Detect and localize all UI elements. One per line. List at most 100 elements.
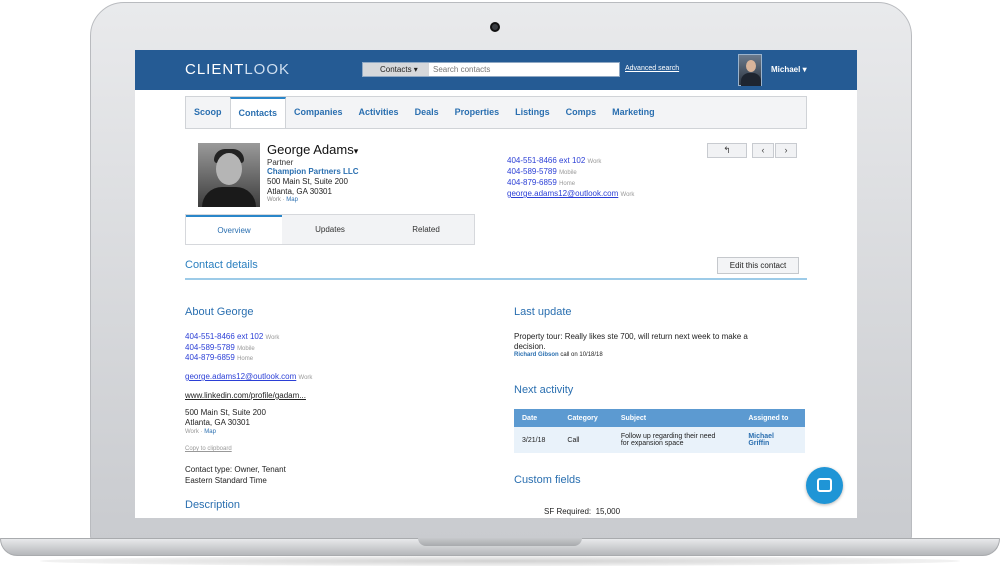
column-header[interactable]: Assigned to <box>740 409 805 427</box>
phone-kind: Work <box>587 159 602 165</box>
tab-companies[interactable]: Companies <box>286 97 351 128</box>
phone-row: 404-589-5789 Mobile <box>507 167 634 178</box>
laptop-shadow <box>40 556 960 566</box>
contact-title: Partner <box>267 158 294 167</box>
section-divider <box>185 278 807 280</box>
activity-subject: Follow up regarding their need for expans… <box>612 427 741 453</box>
contact-name[interactable]: George Adams▾ <box>267 142 358 157</box>
tab-listings[interactable]: Listings <box>507 97 558 128</box>
table-row[interactable]: 3/21/18 Call Follow up regarding their n… <box>514 427 805 453</box>
address-kind: Work <box>185 429 199 435</box>
column-header[interactable]: Subject <box>612 409 741 427</box>
address-line2: Atlanta, GA 30301 <box>185 418 250 427</box>
tab-deals[interactable]: Deals <box>407 97 447 128</box>
tab-marketing[interactable]: Marketing <box>604 97 663 128</box>
timezone: Eastern Standard Time <box>185 476 267 485</box>
subject-line1: Follow up regarding their need <box>620 433 716 440</box>
copy-to-clipboard-link[interactable]: Copy to clipboard <box>185 446 232 452</box>
contact-photo <box>198 143 260 207</box>
last-update-heading: Last update <box>514 306 572 318</box>
phone-home-link[interactable]: 404-879-6859 <box>185 353 235 362</box>
email-row: george.adams12@outlook.com Work <box>507 189 634 200</box>
contact-type: Contact type: Owner, Tenant <box>185 465 286 474</box>
address-meta: Work · Map <box>185 429 216 435</box>
sf-required-label: SF Required: <box>544 507 592 516</box>
assignee-line1: Michael <box>748 433 775 440</box>
webcam <box>490 22 500 32</box>
email-link[interactable]: george.adams12@outlook.com <box>507 189 618 198</box>
sf-required-value: 15,000 <box>595 507 621 516</box>
update-meta: call on 10/18/18 <box>560 352 603 358</box>
logo-thin: LOOK <box>244 61 291 78</box>
search-scope-select[interactable]: Contacts ▾ <box>363 63 429 76</box>
author-link[interactable]: Richard Gibson <box>514 352 559 358</box>
phone-row: 404-551-8466 ext 102 Work <box>507 156 634 167</box>
logo-bold: CLIENT <box>185 61 245 78</box>
main-nav: Scoop Contacts Companies Activities Deal… <box>185 96 807 129</box>
phone-kind: Home <box>559 181 576 187</box>
email-kind: Work <box>298 375 313 381</box>
phone-row: 404-879-6859 Home <box>507 178 634 189</box>
tab-comps[interactable]: Comps <box>558 97 605 128</box>
assignee-line2: Griffin <box>748 440 770 447</box>
column-header[interactable]: Category <box>559 409 613 427</box>
tab-activities[interactable]: Activities <box>351 97 407 128</box>
chevron-down-icon[interactable]: ▾ <box>354 146 359 156</box>
phone-mobile-link[interactable]: 404-589-5789 <box>185 343 235 352</box>
column-header[interactable]: Date <box>514 409 560 427</box>
email-row: george.adams12@outlook.com Work <box>185 372 312 381</box>
phone-mobile-link[interactable]: 404-589-5789 <box>507 167 557 176</box>
sf-required-field: SF Required: 15,000 <box>544 507 620 516</box>
chat-icon-glyph <box>817 478 832 492</box>
top-bar: CLIENTLOOK Contacts ▾ Advanced search Mi… <box>135 50 857 90</box>
search-input[interactable] <box>429 63 619 76</box>
photo-shoulders <box>202 187 256 207</box>
prev-button[interactable]: ‹ <box>752 143 774 158</box>
tab-scoop[interactable]: Scoop <box>186 97 230 128</box>
phone-work-link[interactable]: 404-551-8466 ext 102 <box>507 156 585 165</box>
chat-icon[interactable] <box>806 467 843 504</box>
address-kind: Work <box>267 197 281 203</box>
user-menu[interactable]: Michael ▾ <box>771 65 807 74</box>
tab-updates[interactable]: Updates <box>282 215 378 244</box>
back-button[interactable]: ↰ <box>707 143 747 158</box>
map-link[interactable]: Map <box>204 429 216 435</box>
detail-tabs: Overview Updates Related <box>185 214 475 245</box>
laptop-mockup: CLIENTLOOK Contacts ▾ Advanced search Mi… <box>0 0 1000 574</box>
app-logo[interactable]: CLIENTLOOK <box>185 61 290 78</box>
phone-home-link[interactable]: 404-879-6859 <box>507 178 557 187</box>
email-link[interactable]: george.adams12@outlook.com <box>185 372 296 381</box>
next-activity-table: Date Category Subject Assigned to 3/21/1… <box>514 409 805 453</box>
phone-row: 404-589-5789 Mobile <box>185 343 255 352</box>
avatar[interactable] <box>738 54 762 86</box>
advanced-search-link[interactable]: Advanced search <box>625 65 679 72</box>
edit-contact-button[interactable]: Edit this contact <box>717 257 799 274</box>
tab-overview[interactable]: Overview <box>186 215 282 244</box>
phone-kind: Mobile <box>559 170 577 176</box>
tab-properties[interactable]: Properties <box>447 97 508 128</box>
phone-work-link[interactable]: 404-551-8466 ext 102 <box>185 332 263 341</box>
last-update-line1: Property tour: Really likes ste 700, wil… <box>514 332 748 341</box>
last-update-line2: decision. <box>514 342 546 351</box>
custom-fields-heading: Custom fields <box>514 474 581 486</box>
phone-row: 404-879-6859 Home <box>185 353 253 362</box>
avatar-suit <box>741 73 761 86</box>
activity-assignee[interactable]: Michael Griffin <box>740 427 805 453</box>
tab-contacts[interactable]: Contacts <box>229 97 287 128</box>
table-header-row: Date Category Subject Assigned to <box>514 409 805 427</box>
next-button[interactable]: › <box>775 143 797 158</box>
phone-kind: Home <box>237 356 254 362</box>
linkedin-link[interactable]: www.linkedin.com/profile/gadam... <box>185 391 306 400</box>
activity-date: 3/21/18 <box>514 427 560 453</box>
contact-address-line1: 500 Main St, Suite 200 <box>267 177 348 186</box>
contact-name-text: George Adams <box>267 142 354 157</box>
contact-company-link[interactable]: Champion Partners LLC <box>267 167 359 176</box>
activity-category: Call <box>559 427 613 453</box>
avatar-head <box>746 60 756 72</box>
map-link[interactable]: Map <box>286 197 298 203</box>
about-heading: About George <box>185 306 254 318</box>
tab-related[interactable]: Related <box>378 215 474 244</box>
contact-details-heading: Contact details <box>185 259 258 271</box>
description-heading: Description <box>185 499 241 511</box>
next-activity-heading: Next activity <box>514 384 574 396</box>
